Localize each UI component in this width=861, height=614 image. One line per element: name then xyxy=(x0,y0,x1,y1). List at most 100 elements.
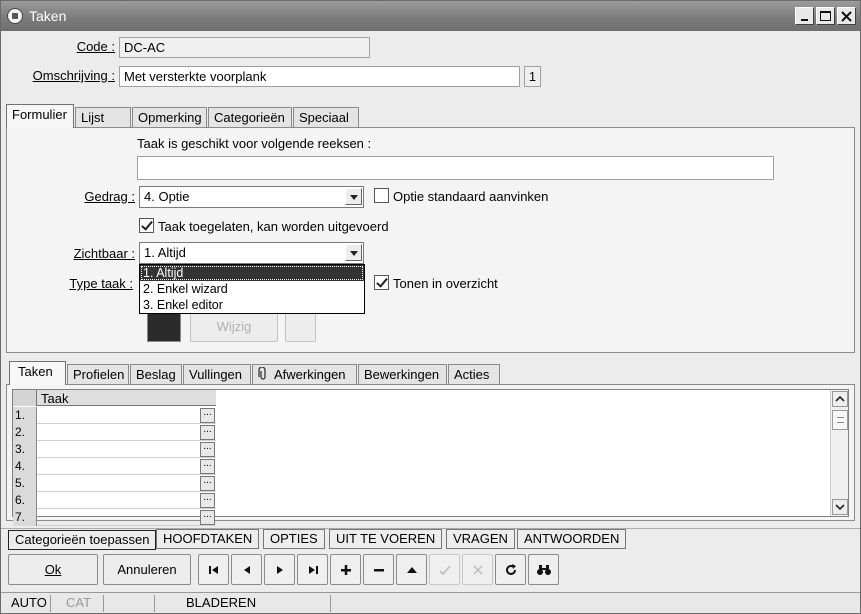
ellipsis-button[interactable]: ... xyxy=(200,510,215,525)
omschrijving-field[interactable]: Met versterkte voorplank xyxy=(119,66,520,87)
color-swatch[interactable] xyxy=(147,312,181,342)
opties-button[interactable]: OPTIES xyxy=(263,529,325,549)
gedrag-label-text: Gedrag : xyxy=(84,189,135,204)
gedrag-select[interactable]: 4. Optie xyxy=(139,186,364,208)
delete-record-button[interactable] xyxy=(363,554,394,585)
ellipsis-button[interactable]: ... xyxy=(200,442,215,457)
hoofdtaken-button[interactable]: HOOFDTAKEN xyxy=(156,529,260,549)
taak-cell[interactable] xyxy=(38,424,200,441)
maximize-button[interactable] xyxy=(816,7,835,25)
zichtbaar-dropdown-list: 1. Altijd 2. Enkel wizard 3. Enkel edito… xyxy=(139,264,365,314)
reeksen-field[interactable] xyxy=(137,156,774,180)
binoculars-icon xyxy=(537,565,551,575)
tab-bewerkingen[interactable]: Bewerkingen xyxy=(358,364,447,385)
last-record-button[interactable] xyxy=(297,554,328,585)
taak-cell[interactable] xyxy=(38,458,200,475)
tab-afwerkingen-label: Afwerkingen xyxy=(274,367,346,382)
omschrijving-language-badge[interactable]: 1 xyxy=(524,66,541,87)
close-button[interactable] xyxy=(837,7,856,25)
tab-lijst[interactable]: Lijst xyxy=(75,107,131,128)
search-button[interactable] xyxy=(528,554,559,585)
zichtbaar-label: Zichtbaar : xyxy=(41,246,135,261)
cancel-edit-button[interactable] xyxy=(462,554,493,585)
tab-speciaal[interactable]: Speciaal xyxy=(293,107,359,128)
zichtbaar-option-enkel-editor[interactable]: 3. Enkel editor xyxy=(140,297,364,313)
edit-record-button[interactable] xyxy=(396,554,427,585)
chevron-down-icon[interactable] xyxy=(345,244,362,261)
refresh-button[interactable] xyxy=(495,554,526,585)
table-row[interactable]: 2.... xyxy=(13,424,216,441)
title-bar[interactable]: Taken xyxy=(1,1,860,31)
zichtbaar-option-altijd[interactable]: 1. Altijd xyxy=(140,265,364,281)
ok-button[interactable]: Ok xyxy=(8,554,98,585)
tab-acties[interactable]: Acties xyxy=(448,364,500,385)
next-record-button[interactable] xyxy=(264,554,295,585)
code-label: Code : xyxy=(21,39,115,54)
tab-formulier[interactable]: Formulier xyxy=(6,104,74,128)
scroll-down-button[interactable] xyxy=(832,499,848,515)
triangle-up-icon xyxy=(407,567,417,573)
grid-scrollbar[interactable] xyxy=(830,390,848,516)
categorieen-toepassen-button[interactable]: Categorieën toepassen xyxy=(8,530,157,550)
taak-cell[interactable] xyxy=(38,407,200,424)
close-icon xyxy=(841,11,852,22)
plus-icon xyxy=(341,565,351,575)
toegelaten-checkbox[interactable] xyxy=(139,218,154,233)
taak-cell[interactable] xyxy=(38,441,200,458)
last-record-icon xyxy=(309,566,318,574)
first-record-icon xyxy=(209,566,218,574)
table-row[interactable]: 1.... xyxy=(13,407,216,424)
tonen-label: Tonen in overzicht xyxy=(393,276,498,291)
table-row[interactable]: 3.... xyxy=(13,441,216,458)
type-taak-label: Type taak : xyxy=(41,276,133,291)
antwoorden-button[interactable]: ANTWOORDEN xyxy=(517,529,627,549)
ellipsis-button[interactable]: ... xyxy=(200,459,215,474)
zichtbaar-select[interactable]: 1. Altijd xyxy=(139,242,364,264)
zichtbaar-option-enkel-wizard[interactable]: 2. Enkel wizard xyxy=(140,281,364,297)
tab-opmerking[interactable]: Opmerking xyxy=(132,107,207,128)
first-record-button[interactable] xyxy=(198,554,229,585)
extra-button[interactable] xyxy=(285,312,316,342)
status-mode: BLADEREN xyxy=(181,595,331,612)
ellipsis-button[interactable]: ... xyxy=(200,493,215,508)
taak-cell[interactable] xyxy=(38,509,200,526)
table-row[interactable]: 5.... xyxy=(13,475,216,492)
table-row[interactable]: 6.... xyxy=(13,492,216,509)
wijzig-button[interactable]: Wijzig xyxy=(190,312,278,342)
tab-afwerkingen[interactable]: Afwerkingen xyxy=(252,364,357,385)
chevron-down-icon[interactable] xyxy=(345,188,362,205)
taak-cell[interactable] xyxy=(38,492,200,509)
tab-categorieen[interactable]: Categorieën xyxy=(208,107,292,128)
tab-taken[interactable]: Taken xyxy=(9,361,66,385)
tab-profielen[interactable]: Profielen xyxy=(67,364,129,385)
previous-record-button[interactable] xyxy=(231,554,262,585)
grid-corner xyxy=(13,390,37,406)
window-title: Taken xyxy=(29,8,67,24)
optie-standaard-checkbox[interactable] xyxy=(374,188,389,203)
taken-window: Taken Code : DC-AC Omschrijving : Met ve… xyxy=(0,0,861,614)
scroll-up-button[interactable] xyxy=(832,391,848,407)
code-field[interactable]: DC-AC xyxy=(119,37,370,58)
toegelaten-label: Taak toegelaten, kan worden uitgevoerd xyxy=(158,219,389,234)
tab-beslag[interactable]: Beslag xyxy=(130,364,182,385)
table-row[interactable]: 7.... xyxy=(13,509,216,526)
taak-cell[interactable] xyxy=(38,475,200,492)
zichtbaar-label-text: Zichtbaar : xyxy=(73,246,135,261)
taken-grid[interactable]: Taak 1.... 2.... 3.... 4.... 5.... 6.... 7.... xyxy=(12,389,849,526)
minimize-button[interactable] xyxy=(795,7,814,25)
ellipsis-button[interactable]: ... xyxy=(200,425,215,440)
add-record-button[interactable] xyxy=(330,554,361,585)
omschrijving-label: Omschrijving : xyxy=(11,68,115,83)
ellipsis-button[interactable]: ... xyxy=(200,476,215,491)
annuleren-button[interactable]: Annuleren xyxy=(103,554,191,585)
row-number: 3. xyxy=(13,441,37,458)
column-header-taak[interactable]: Taak xyxy=(41,391,68,406)
vragen-button[interactable]: VRAGEN xyxy=(446,529,515,549)
ellipsis-button[interactable]: ... xyxy=(200,408,215,423)
scroll-thumb[interactable] xyxy=(832,410,848,430)
tonen-checkbox[interactable] xyxy=(374,275,389,290)
post-edit-button[interactable] xyxy=(429,554,460,585)
uit-te-voeren-button[interactable]: UIT TE VOEREN xyxy=(329,529,443,549)
table-row[interactable]: 4.... xyxy=(13,458,216,475)
tab-vullingen[interactable]: Vullingen xyxy=(183,364,251,385)
